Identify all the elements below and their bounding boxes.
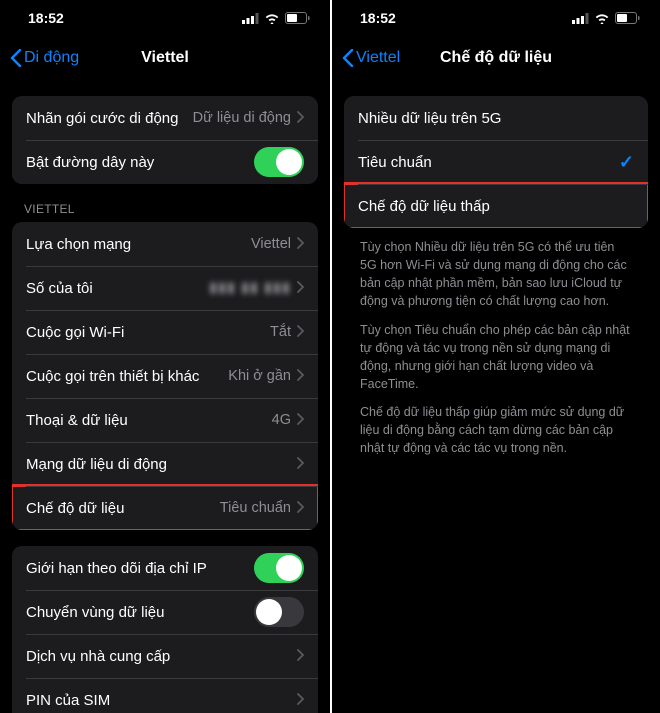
nav-bar: Viettel Chế độ dữ liệu xyxy=(332,36,660,80)
row-cellular-plan-label[interactable]: Nhãn gói cước di động Dữ liệu di động xyxy=(12,96,318,140)
chevron-right-icon xyxy=(297,236,304,253)
signal-icon xyxy=(242,13,259,24)
group-mode-options: Nhiều dữ liệu trên 5G Tiêu chuẩn ✓ Chế đ… xyxy=(344,96,648,228)
row-voice-data[interactable]: Thoại & dữ liệu 4G xyxy=(12,398,318,442)
chevron-right-icon xyxy=(297,368,304,385)
row-value: 4G xyxy=(272,412,291,428)
chevron-right-icon xyxy=(297,500,304,517)
desc-more-data: Tùy chọn Nhiều dữ liệu trên 5G có thể ưu… xyxy=(344,228,648,311)
battery-icon xyxy=(615,12,640,24)
option-more-data-5g[interactable]: Nhiều dữ liệu trên 5G xyxy=(344,96,648,140)
group-header-viettel: VIETTEL xyxy=(12,184,318,222)
row-data-roaming: Chuyển vùng dữ liệu xyxy=(12,590,318,634)
battery-icon xyxy=(285,12,310,24)
row-label: Giới hạn theo dõi địa chỉ IP xyxy=(26,560,254,577)
status-bar: 18:52 xyxy=(332,0,660,36)
row-label: Số của tôi xyxy=(26,280,209,297)
desc-low-data: Chế độ dữ liệu thấp giúp giảm mức sử dụn… xyxy=(344,393,648,457)
row-other-devices[interactable]: Cuộc gọi trên thiết bị khác Khi ở gần xyxy=(12,354,318,398)
row-network-selection[interactable]: Lựa chọn mạng Viettel xyxy=(12,222,318,266)
status-bar: 18:52 xyxy=(0,0,330,36)
nav-bar: Di động Viettel xyxy=(0,36,330,80)
row-label: Dịch vụ nhà cung cấp xyxy=(26,648,297,665)
row-value: Dữ liệu di động xyxy=(193,110,291,126)
nav-title: Chế độ dữ liệu xyxy=(440,49,552,67)
back-button[interactable]: Viettel xyxy=(342,49,400,67)
row-wifi-calling[interactable]: Cuộc gọi Wi-Fi Tắt xyxy=(12,310,318,354)
row-label: Cuộc gọi Wi-Fi xyxy=(26,324,270,341)
row-sim-pin[interactable]: PIN của SIM xyxy=(12,678,318,713)
chevron-right-icon xyxy=(297,648,304,665)
wifi-icon xyxy=(594,13,610,24)
status-time: 18:52 xyxy=(360,10,396,26)
row-label: Chế độ dữ liệu thấp xyxy=(358,198,634,215)
chevron-right-icon xyxy=(297,110,304,127)
back-label: Viettel xyxy=(356,49,400,67)
settings-content[interactable]: Nhãn gói cước di động Dữ liệu di động Bậ… xyxy=(0,80,330,713)
row-label: PIN của SIM xyxy=(26,692,297,709)
row-label: Thoại & dữ liệu xyxy=(26,412,272,429)
row-label: Cuộc gọi trên thiết bị khác xyxy=(26,368,228,385)
row-label: Chế độ dữ liệu xyxy=(26,500,220,517)
chevron-left-icon xyxy=(10,49,22,67)
toggle-limit-ip[interactable] xyxy=(254,553,304,583)
row-label: Bật đường dây này xyxy=(26,154,254,171)
group-viettel: Lựa chọn mạng Viettel Số của tôi ▮▮▮ ▮▮ … xyxy=(12,222,318,530)
row-limit-ip: Giới hạn theo dõi địa chỉ IP xyxy=(12,546,318,590)
row-value: Khi ở gần xyxy=(228,368,291,384)
row-value: Tắt xyxy=(270,324,291,340)
row-label: Nhiều dữ liệu trên 5G xyxy=(358,110,634,127)
status-time: 18:52 xyxy=(28,10,64,26)
phone-left: 18:52 Di động Viettel Nhãn gói cước di đ… xyxy=(0,0,330,713)
toggle-line[interactable] xyxy=(254,147,304,177)
nav-title: Viettel xyxy=(141,49,189,67)
row-value: ▮▮▮ ▮▮ ▮▮▮ xyxy=(209,280,291,296)
row-label: Tiêu chuẩn xyxy=(358,154,619,171)
row-label: Lựa chọn mạng xyxy=(26,236,251,253)
toggle-roaming[interactable] xyxy=(254,597,304,627)
status-icons xyxy=(242,12,310,24)
status-icons xyxy=(572,12,640,24)
chevron-right-icon xyxy=(297,280,304,297)
row-carrier-services[interactable]: Dịch vụ nhà cung cấp xyxy=(12,634,318,678)
option-standard[interactable]: Tiêu chuẩn ✓ xyxy=(344,140,648,184)
row-cellular-data-network[interactable]: Mạng dữ liệu di động xyxy=(12,442,318,486)
row-label: Mạng dữ liệu di động xyxy=(26,456,297,473)
settings-content[interactable]: Nhiều dữ liệu trên 5G Tiêu chuẩn ✓ Chế đ… xyxy=(332,80,660,713)
signal-icon xyxy=(572,13,589,24)
chevron-left-icon xyxy=(342,49,354,67)
wifi-icon xyxy=(264,13,280,24)
option-low-data[interactable]: Chế độ dữ liệu thấp xyxy=(344,184,648,228)
row-turn-on-line: Bật đường dây này xyxy=(12,140,318,184)
checkmark-icon: ✓ xyxy=(619,152,634,173)
chevron-right-icon xyxy=(297,456,304,473)
row-data-mode[interactable]: Chế độ dữ liệu Tiêu chuẩn xyxy=(12,486,318,530)
chevron-right-icon xyxy=(297,692,304,709)
phone-right: 18:52 Viettel Chế độ dữ liệu Nhiều dữ li… xyxy=(330,0,660,713)
row-value: Tiêu chuẩn xyxy=(220,500,291,516)
chevron-right-icon xyxy=(297,412,304,429)
group-other: Giới hạn theo dõi địa chỉ IP Chuyển vùng… xyxy=(12,546,318,713)
row-my-number[interactable]: Số của tôi ▮▮▮ ▮▮ ▮▮▮ xyxy=(12,266,318,310)
chevron-right-icon xyxy=(297,324,304,341)
back-label: Di động xyxy=(24,49,79,67)
group-line: Nhãn gói cước di động Dữ liệu di động Bậ… xyxy=(12,96,318,184)
row-label: Chuyển vùng dữ liệu xyxy=(26,604,254,621)
back-button[interactable]: Di động xyxy=(10,49,79,67)
row-label: Nhãn gói cước di động xyxy=(26,110,193,127)
row-value: Viettel xyxy=(251,236,291,252)
desc-standard: Tùy chọn Tiêu chuẩn cho phép các bản cập… xyxy=(344,311,648,394)
